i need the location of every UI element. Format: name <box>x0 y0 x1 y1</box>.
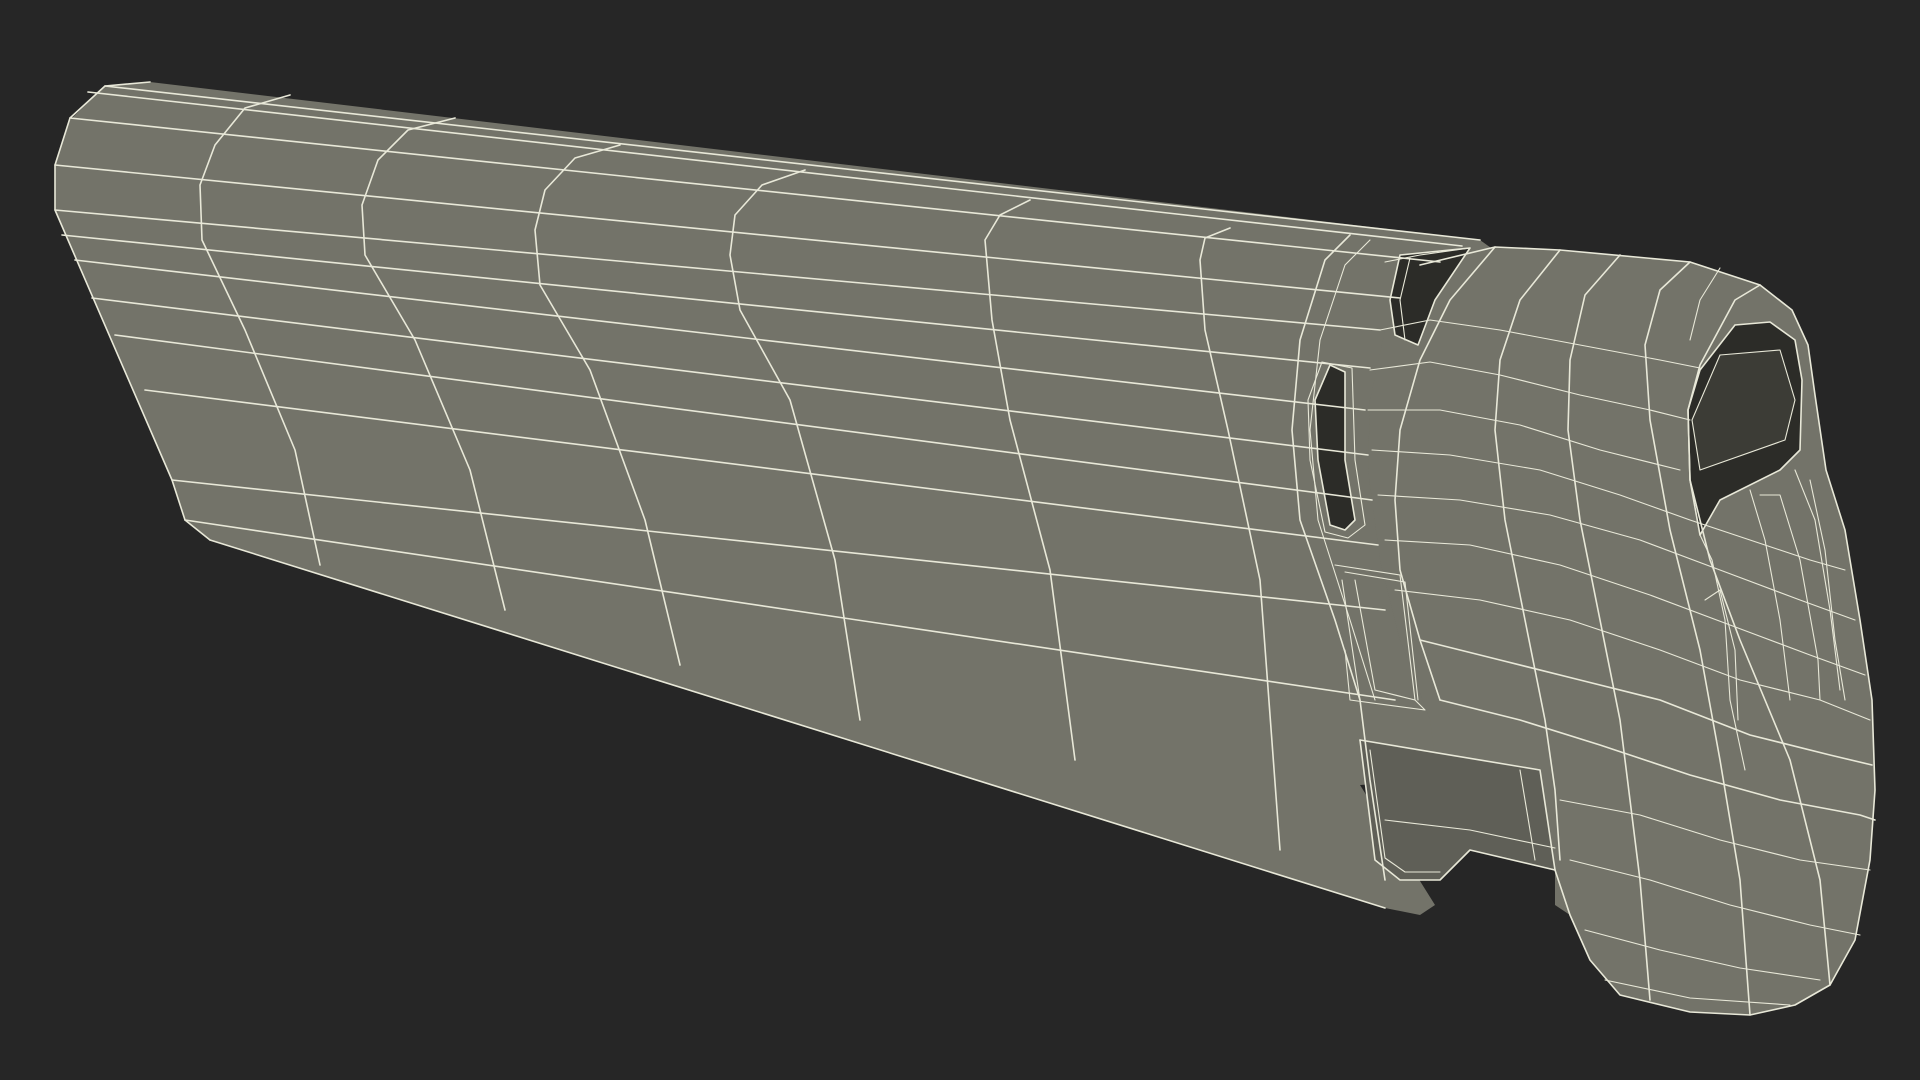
stock-body <box>55 82 1505 915</box>
wireframe-model <box>54 81 1876 1016</box>
render-viewport <box>0 0 1920 1080</box>
